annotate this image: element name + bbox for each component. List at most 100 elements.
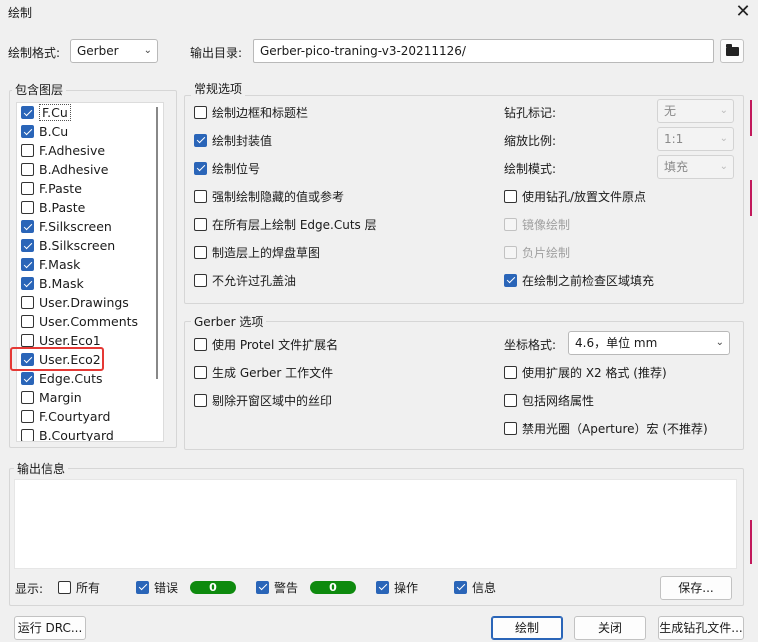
layer-item[interactable]: B.Paste — [19, 198, 85, 217]
layer-list[interactable]: F.Cu B.Cu F.Adhesive B.Adhesive F.Paste B.Pas… — [16, 102, 164, 442]
run-drc-button[interactable]: 运行 DRC... — [14, 616, 86, 640]
chevron-down-icon: ⌄ — [715, 337, 724, 348]
checkbox-box — [504, 421, 517, 435]
layer-list-scrollbar[interactable] — [151, 103, 163, 441]
plot-mode-label: 绘制模式: — [504, 162, 557, 176]
generate-drill-files-button[interactable]: 生成钻孔文件... — [658, 616, 744, 640]
gerber-option-checkbox-label: 使用 Protel 文件扩展名 — [212, 337, 339, 352]
layer-item-label: F.Courtyard — [39, 409, 111, 424]
drill-marks-select[interactable]: 无 ⌄ — [657, 99, 734, 123]
general-option-checkbox[interactable]: 在所有层上绘制 Edge.Cuts 层 — [194, 215, 377, 233]
gerber-options-title: Gerber 选项 — [191, 313, 267, 330]
general-option-checkbox[interactable]: 制造层上的焊盘草图 — [194, 243, 320, 261]
gerber-option-checkbox-label: 包括网络属性 — [522, 393, 595, 408]
checkbox-box — [21, 201, 34, 214]
layer-item[interactable]: B.Courtyard — [19, 426, 114, 441]
layer-item-label: Margin — [39, 390, 82, 405]
checkbox-box — [21, 372, 34, 385]
layer-item[interactable]: F.Paste — [19, 179, 82, 198]
filter-warnings-checkbox[interactable]: 警告 — [256, 578, 298, 596]
layer-item[interactable]: F.Silkscreen — [19, 217, 112, 236]
scale-select[interactable]: 1:1 ⌄ — [657, 127, 734, 151]
scrollbar-thumb[interactable] — [156, 107, 158, 379]
errors-count-badge: 0 — [190, 581, 236, 594]
general-option-checkbox[interactable]: 绘制边框和标题栏 — [194, 103, 308, 121]
gerber-option-checkbox-label: 剔除开窗区域中的丝印 — [212, 393, 333, 408]
checkbox-box — [21, 182, 34, 195]
layer-item[interactable]: F.Cu — [19, 103, 71, 122]
chevron-down-icon: ⌄ — [719, 161, 728, 172]
layer-item[interactable]: Margin — [19, 388, 82, 407]
checkbox-box — [454, 580, 467, 594]
plot-button[interactable]: 绘制 — [491, 616, 563, 640]
general-option-checkbox-label: 在绘制之前检查区域填充 — [522, 273, 655, 288]
checkbox-box — [58, 580, 71, 594]
plot-format-select[interactable]: Gerber ⌄ — [70, 39, 158, 63]
show-label: 显示: — [15, 582, 44, 596]
layer-item[interactable]: User.Comments — [19, 312, 138, 331]
save-output-button[interactable]: 保存... — [660, 576, 732, 600]
checkbox-box — [194, 189, 207, 203]
checkbox-box — [21, 315, 34, 328]
gerber-option-checkbox[interactable]: 生成 Gerber 工作文件 — [194, 363, 333, 381]
layer-item[interactable]: B.Adhesive — [19, 160, 109, 179]
layer-item[interactable]: F.Courtyard — [19, 407, 110, 426]
browse-folder-button[interactable] — [720, 39, 744, 63]
gerber-option-checkbox[interactable]: 禁用光圈（Aperture）宏 (不推荐) — [504, 419, 708, 437]
checkbox-box — [21, 220, 34, 233]
general-option-checkbox[interactable]: 强制绘制隐藏的值或参考 — [194, 187, 344, 205]
general-option-checkbox-label: 负片绘制 — [522, 245, 571, 260]
filter-info-checkbox[interactable]: 信息 — [454, 578, 496, 596]
filter-all-checkbox[interactable]: 所有 — [58, 578, 100, 596]
general-option-checkbox[interactable]: 使用钻孔/放置文件原点 — [504, 187, 646, 205]
checkbox-box — [21, 106, 34, 119]
checkbox-box — [504, 245, 517, 259]
filter-actions-checkbox[interactable]: 操作 — [376, 578, 418, 596]
general-option-checkbox[interactable]: 镜像绘制 — [504, 215, 570, 233]
checkbox-box — [21, 258, 34, 271]
gerber-option-checkbox[interactable]: 使用扩展的 X2 格式 (推荐) — [504, 363, 667, 381]
layer-item[interactable]: F.Adhesive — [19, 141, 105, 160]
general-option-checkbox-label: 在所有层上绘制 Edge.Cuts 层 — [212, 217, 377, 232]
warnings-count-badge: 0 — [310, 581, 356, 594]
gerber-option-checkbox-label: 使用扩展的 X2 格式 (推荐) — [522, 365, 667, 380]
layer-item-label: Edge.Cuts — [39, 371, 103, 386]
general-option-checkbox[interactable]: 绘制封装值 — [194, 131, 272, 149]
gerber-option-checkbox[interactable]: 使用 Protel 文件扩展名 — [194, 335, 338, 353]
general-option-checkbox[interactable]: 绘制位号 — [194, 159, 260, 177]
coord-format-select[interactable]: 4.6，单位 mm ⌄ — [568, 331, 730, 355]
dialog-title: 绘制 — [8, 6, 33, 20]
checkbox-box — [504, 189, 517, 203]
gerber-option-checkbox[interactable]: 剔除开窗区域中的丝印 — [194, 391, 332, 409]
layer-item-label: User.Eco1 — [39, 333, 101, 348]
filter-errors-checkbox[interactable]: 错误 — [136, 578, 178, 596]
checkbox-box — [376, 580, 389, 594]
checkbox-box — [21, 296, 34, 309]
layer-item[interactable]: B.Silkscreen — [19, 236, 115, 255]
layer-item[interactable]: F.Mask — [19, 255, 80, 274]
plot-mode-select[interactable]: 填充 ⌄ — [657, 155, 734, 179]
layer-item-label: B.Cu — [39, 124, 69, 139]
close-button[interactable]: 关闭 — [574, 616, 646, 640]
close-window-button[interactable]: ✕ — [732, 0, 754, 24]
scale-label: 缩放比例: — [504, 134, 557, 148]
coord-format-value: 4.6，单位 mm — [575, 336, 658, 350]
checkbox-box — [256, 580, 269, 594]
gerber-option-checkbox-label: 生成 Gerber 工作文件 — [212, 365, 334, 380]
layer-item[interactable]: User.Drawings — [19, 293, 129, 312]
checkbox-box — [21, 163, 34, 176]
general-option-checkbox[interactable]: 在绘制之前检查区域填充 — [504, 271, 654, 289]
output-messages-area[interactable] — [14, 479, 737, 569]
checkbox-box — [194, 273, 207, 287]
layer-item[interactable]: B.Cu — [19, 122, 68, 141]
general-option-checkbox[interactable]: 负片绘制 — [504, 243, 570, 261]
general-option-checkbox[interactable]: 不允许过孔盖油 — [194, 271, 296, 289]
output-dir-input[interactable]: Gerber-pico-traning-v3-20211126/ — [253, 39, 714, 63]
layer-item[interactable]: Edge.Cuts — [19, 369, 103, 388]
general-option-checkbox-label: 镜像绘制 — [522, 217, 571, 232]
layer-item[interactable]: B.Mask — [19, 274, 84, 293]
gerber-option-checkbox[interactable]: 包括网络属性 — [504, 391, 594, 409]
checkbox-box — [504, 365, 517, 379]
scale-value: 1:1 — [664, 132, 684, 146]
chevron-down-icon: ⌄ — [719, 133, 728, 144]
